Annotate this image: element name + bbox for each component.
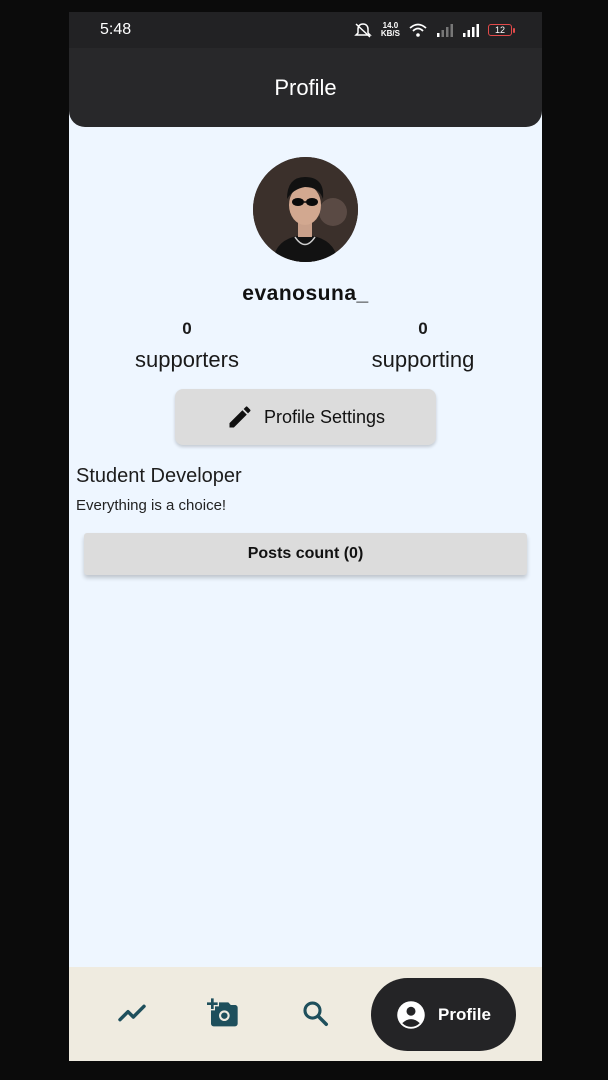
mute-icon (354, 23, 372, 38)
signal-icon (463, 24, 479, 37)
phone-screen: 5:48 14.0 KB/S 12 Profile evanosuna_ 0 s… (69, 12, 542, 1061)
username: evanosuna_ (242, 282, 369, 305)
profile-settings-label: Profile Settings (263, 406, 386, 427)
posts-count-label: Posts count (0) (247, 545, 364, 562)
status-time: 5:48 (100, 21, 132, 38)
page-title: Profile (274, 74, 337, 100)
battery-level: 12 (494, 25, 505, 35)
avatar-image (253, 157, 358, 262)
nav-profile[interactable]: Profile (371, 978, 516, 1051)
supporting-label: supporting (371, 347, 475, 372)
bio-text: Everything is a choice! (76, 497, 227, 514)
net-speed: 14.0 KB/S (381, 22, 400, 38)
supporting-stat[interactable]: 0 supporting (343, 319, 503, 373)
add-photo-icon (207, 998, 238, 1027)
bottom-nav: Profile (69, 967, 542, 1061)
trending-icon (118, 1004, 146, 1022)
nav-profile-label: Profile (438, 1004, 491, 1024)
status-icons: 14.0 KB/S 12 (353, 22, 515, 38)
pencil-icon (229, 406, 251, 428)
bio-title: Student Developer (76, 465, 242, 487)
supporters-label: supporters (135, 347, 239, 372)
wifi-icon (409, 23, 427, 37)
net-speed-unit: KB/S (380, 29, 400, 38)
profile-settings-button[interactable]: Profile Settings (175, 389, 436, 445)
app-bar: Profile (69, 48, 542, 127)
avatar[interactable] (253, 157, 358, 262)
battery-icon: 12 (488, 24, 515, 36)
account-circle-icon (397, 1000, 425, 1029)
supporters-count: 0 (182, 319, 192, 338)
nav-add-photo[interactable] (207, 997, 239, 1029)
signal-icon (437, 24, 453, 37)
status-bar: 5:48 14.0 KB/S 12 (69, 12, 542, 48)
supporting-count: 0 (418, 319, 428, 338)
nav-search[interactable] (299, 997, 331, 1029)
supporters-stat[interactable]: 0 supporters (107, 319, 267, 373)
posts-count-button[interactable]: Posts count (0) (84, 533, 527, 575)
search-icon (303, 1001, 328, 1026)
nav-trending[interactable] (116, 997, 148, 1029)
